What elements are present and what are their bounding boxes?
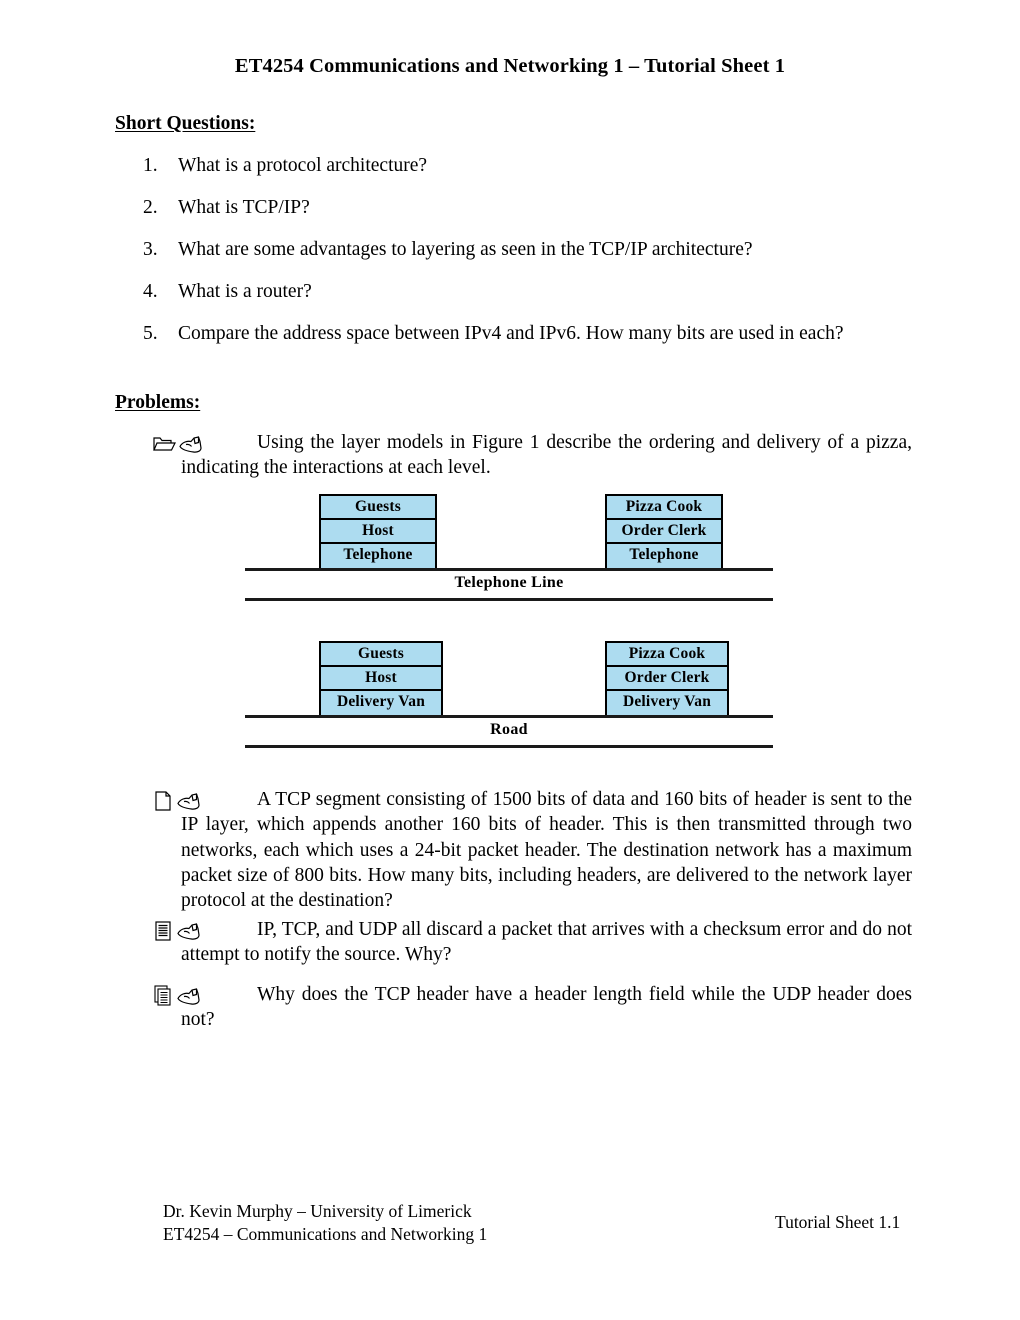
pointing-hand-icon [177,793,200,810]
stack-layer: Guests [321,643,441,667]
open-folder-icon [153,437,176,451]
problem-block: IP, TCP, and UDP all discard a packet th… [152,917,912,968]
problem-text: Why does the TCP header have a header le… [181,984,912,1031]
lined-document-icon [155,921,171,941]
list-item-text: What are some advantages to layering as … [178,239,753,260]
stack-layer: Pizza Cook [607,643,727,667]
medium-rule-bottom [245,745,773,748]
stack-layer: Guests [321,496,435,520]
medium-label: Road [490,721,528,738]
list-item-text: What is a router? [178,281,312,302]
list-item: 3. What are some advantages to layering … [143,240,913,260]
stack-layer: Telephone [629,546,699,563]
stack-layer: Host [321,520,435,544]
pointing-hand-icon [179,436,202,453]
list-item-number: 2. [143,197,158,218]
footer-page-label: Tutorial Sheet 1.1 [775,1212,901,1232]
list-item: 5. Compare the address space between IPv… [143,324,913,344]
list-item-number: 3. [143,239,158,260]
problem-block: Why does the TCP header have a header le… [152,982,912,1033]
stack-layer: Delivery Van [622,693,712,710]
figure-telephone-layers: Guests Host Telephone Pizza Cook Order C… [245,494,773,601]
stack-layer: Delivery Van [336,693,426,710]
list-item: 1. What is a protocol architecture? [143,156,913,176]
stack-layer: Host [321,667,441,691]
problem-marker [152,789,226,813]
list-item: Why does the TCP header have a header le… [152,982,912,1033]
left-protocol-stack: Guests Host Delivery Van [319,641,443,717]
problem-text: Using the layer models in Figure 1 descr… [181,432,912,479]
list-item: Using the layer models in Figure 1 descr… [152,430,912,481]
problems-list: Using the layer models in Figure 1 descr… [152,430,912,481]
problem-marker [152,432,226,456]
page-document-icon [155,791,171,811]
list-item: 2. What is TCP/IP? [143,198,913,218]
medium-rule-bottom [245,598,773,601]
list-item: 4. What is a router? [143,282,913,302]
problem-text: IP, TCP, and UDP all discard a packet th… [181,919,912,966]
figure-stack-row: Guests Host Telephone Pizza Cook Order C… [245,494,773,601]
stack-layer: Pizza Cook [607,496,721,520]
list-item: A TCP segment consisting of 1500 bits of… [152,787,912,914]
figure-road-layers: Guests Host Delivery Van Pizza Cook Orde… [245,641,773,748]
list-item-text: What is a protocol architecture? [178,155,428,176]
problem-block: A TCP segment consisting of 1500 bits of… [152,787,912,914]
page-title: ET4254 Communications and Networking 1 –… [234,55,786,77]
short-questions-heading: Short Questions: [115,113,256,134]
problems-heading: Problems: [115,392,201,413]
right-protocol-stack: Pizza Cook Order Clerk Telephone [605,494,723,570]
list-item-text: Compare the address space between IPv4 a… [178,323,844,344]
list-item-number: 1. [143,155,158,176]
document-page: ET4254 Communications and Networking 1 –… [0,0,1020,1320]
footer-left: Dr. Kevin Murphy – University of Limeric… [163,1200,487,1246]
stack-layer: Order Clerk [607,520,721,544]
problem-marker [152,984,226,1008]
medium-label: Telephone Line [454,574,564,591]
list-item-number: 4. [143,281,158,302]
list-item: IP, TCP, and UDP all discard a packet th… [152,917,912,968]
footer-course-line: ET4254 – Communications and Networking 1 [163,1223,488,1244]
right-protocol-stack: Pizza Cook Order Clerk Delivery Van [605,641,729,717]
short-questions-list: 1. What is a protocol architecture? 2. W… [143,156,913,366]
medium-rule-top [245,715,773,718]
pointing-hand-icon [177,923,200,940]
problem-marker [152,919,226,943]
stack-layer: Order Clerk [607,667,727,691]
footer-author-line: Dr. Kevin Murphy – University of Limeric… [163,1201,472,1221]
figure-stack-row: Guests Host Delivery Van Pizza Cook Orde… [245,641,773,748]
medium-rule-top [245,568,773,571]
stacked-documents-icon [154,985,171,1006]
pointing-hand-icon [177,988,200,1005]
stack-layer: Telephone [343,546,413,563]
problem-text: A TCP segment consisting of 1500 bits of… [181,789,912,912]
left-protocol-stack: Guests Host Telephone [319,494,437,570]
list-item-text: What is TCP/IP? [178,197,310,218]
list-item-number: 5. [143,323,158,344]
